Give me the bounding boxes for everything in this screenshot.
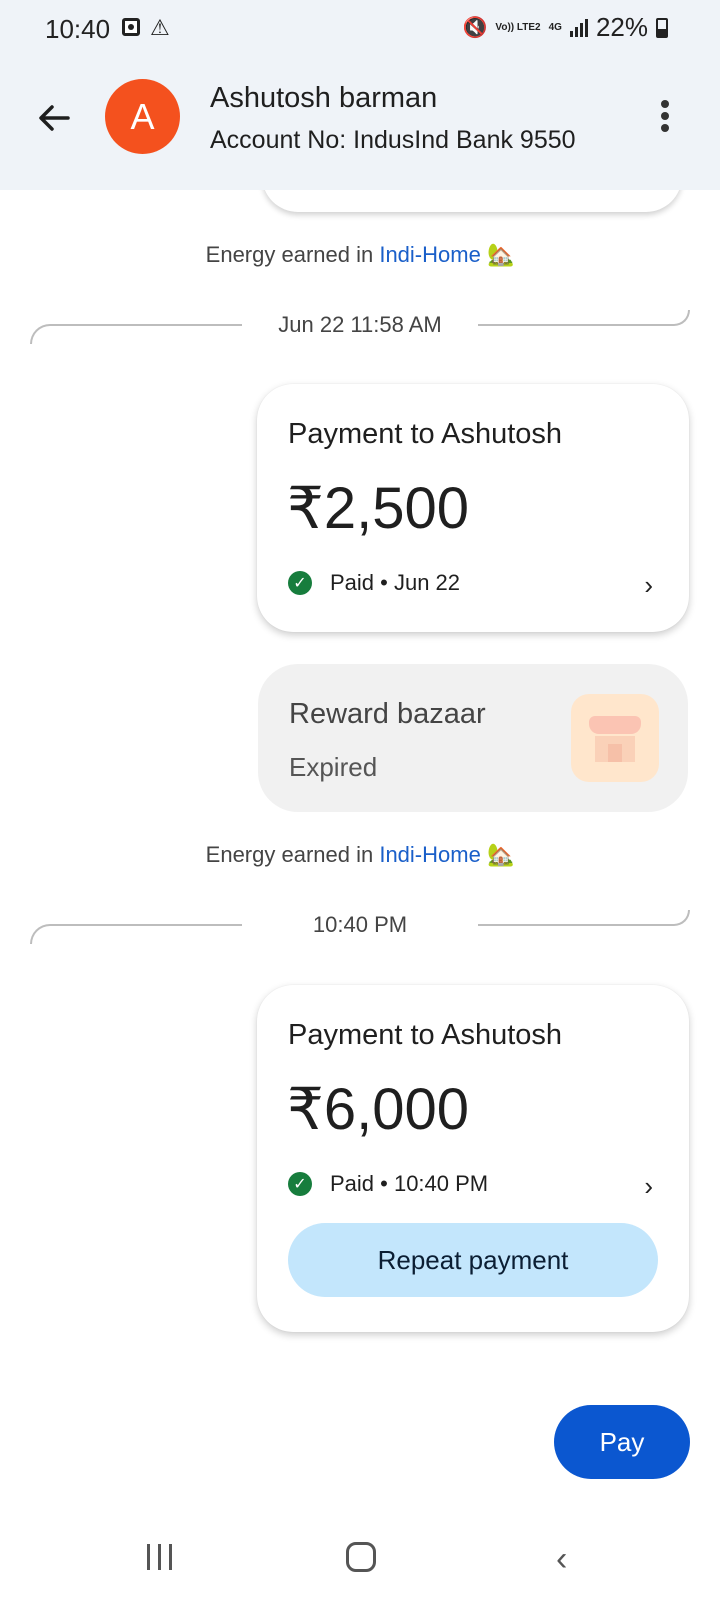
contact-name[interactable]: Ashutosh barman xyxy=(210,82,437,115)
check-circle-icon: ✓ xyxy=(288,1172,312,1196)
chat-header: A Ashutosh barman Account No: IndusInd B… xyxy=(0,60,720,190)
more-vert-icon[interactable] xyxy=(660,100,670,136)
indi-home-link[interactable]: Indi-Home xyxy=(379,242,480,267)
payment-card[interactable]: Payment to Ashutosh ₹6,000 ✓ Paid • 10:4… xyxy=(257,985,689,1332)
energy-notice-text: Energy earned in xyxy=(205,242,380,267)
chevron-right-icon[interactable]: › xyxy=(644,570,653,601)
mute-icon: 🔇 xyxy=(462,17,488,39)
network-type: 4G xyxy=(548,22,562,33)
reward-card[interactable]: Reward bazaar Expired xyxy=(258,664,688,812)
date-label: 10:40 PM xyxy=(282,912,438,937)
status-time: 10:40 xyxy=(45,14,111,44)
arrow-left-icon[interactable] xyxy=(34,98,74,138)
indi-home-link[interactable]: Indi-Home xyxy=(379,842,480,867)
avatar[interactable]: A xyxy=(105,79,180,154)
battery-percent: 22% xyxy=(595,12,648,42)
volte-indicator: Vo)) LTE2 xyxy=(495,22,541,33)
energy-notice: Energy earned in Indi-Home 🏡 xyxy=(0,242,720,268)
energy-notice: Energy earned in Indi-Home 🏡 xyxy=(0,842,720,868)
reward-status: Expired xyxy=(289,752,378,782)
pay-button[interactable]: Pay xyxy=(554,1405,690,1479)
house-tree-icon: 🏡 xyxy=(486,842,515,867)
payment-title: Payment to Ashutosh xyxy=(288,1019,563,1051)
chevron-right-icon[interactable]: › xyxy=(644,1171,653,1202)
recent-apps-icon[interactable] xyxy=(147,1544,172,1570)
system-nav-bar: ‹ xyxy=(0,1512,720,1600)
payment-status: Paid • Jun 22 xyxy=(330,570,461,595)
status-bar: 10:40 ⚠ 🔇 Vo)) LTE2 4G 22% xyxy=(0,0,720,60)
home-icon[interactable] xyxy=(346,1542,376,1572)
account-number: Account No: IndusInd Bank 9550 xyxy=(210,126,576,154)
payment-amount: ₹6,000 xyxy=(287,1077,470,1142)
reward-title: Reward bazaar xyxy=(289,698,486,730)
repeat-payment-button[interactable]: Repeat payment xyxy=(288,1223,658,1297)
payment-title: Payment to Ashutosh xyxy=(288,418,563,450)
date-divider: Jun 22 11:58 AM xyxy=(30,310,690,344)
storefront-icon xyxy=(571,694,659,782)
gallery-icon xyxy=(122,18,140,36)
date-label: Jun 22 11:58 AM xyxy=(248,312,472,337)
energy-notice-text: Energy earned in xyxy=(205,842,380,867)
payment-status: Paid • 10:40 PM xyxy=(330,1171,489,1196)
house-tree-icon: 🏡 xyxy=(486,242,515,267)
signal-icon xyxy=(569,18,588,37)
nav-back-icon[interactable]: ‹ xyxy=(556,1540,567,1579)
payment-amount: ₹2,500 xyxy=(287,476,470,541)
date-divider: 10:40 PM xyxy=(30,910,690,944)
battery-icon xyxy=(656,17,668,38)
payment-card[interactable]: Payment to Ashutosh ₹2,500 ✓ Paid • Jun … xyxy=(257,384,689,632)
alert-icon: ⚠ xyxy=(150,15,170,40)
check-circle-icon: ✓ xyxy=(288,571,312,595)
